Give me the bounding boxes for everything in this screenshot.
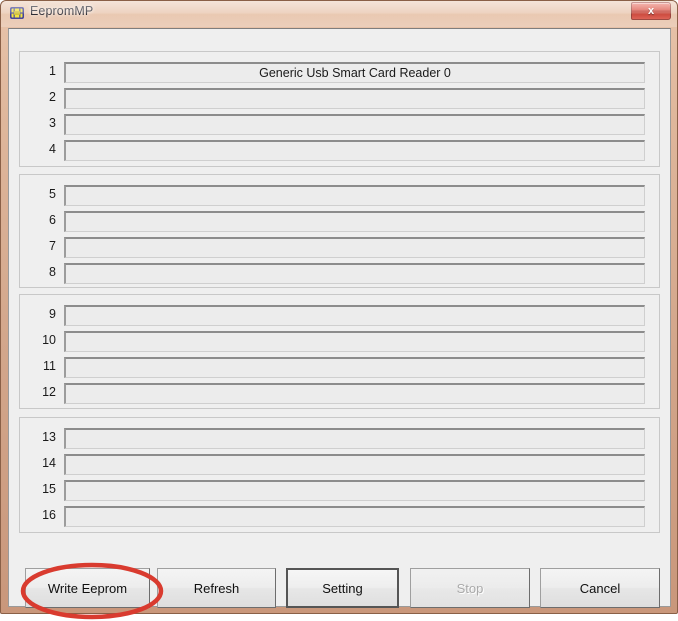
window-title: EepromMP — [30, 4, 94, 18]
row-number-label: 4 — [49, 142, 56, 156]
row-number-label: 10 — [42, 333, 56, 347]
refresh-button[interactable]: Refresh — [157, 568, 276, 608]
reader-field-6[interactable] — [64, 211, 645, 232]
field-row: 2 — [20, 87, 659, 111]
reader-field-15[interactable] — [64, 480, 645, 501]
field-row: 15 — [20, 479, 659, 503]
field-row: 7 — [20, 236, 659, 260]
field-group-4: 13 14 15 16 — [19, 417, 660, 533]
field-group-1: 1 Generic Usb Smart Card Reader 0 2 3 4 — [19, 51, 660, 167]
reader-field-4[interactable] — [64, 140, 645, 161]
setting-button[interactable]: Setting — [286, 568, 399, 608]
reader-field-8[interactable] — [64, 263, 645, 284]
reader-field-13[interactable] — [64, 428, 645, 449]
row-number-label: 15 — [42, 482, 56, 496]
field-row: 6 — [20, 210, 659, 234]
reader-field-12[interactable] — [64, 383, 645, 404]
field-row: 1 Generic Usb Smart Card Reader 0 — [20, 61, 659, 85]
field-row: 11 — [20, 356, 659, 380]
reader-field-1[interactable]: Generic Usb Smart Card Reader 0 — [64, 62, 645, 83]
reader-field-14[interactable] — [64, 454, 645, 475]
row-number-label: 6 — [49, 213, 56, 227]
field-row: 8 — [20, 262, 659, 286]
field-row: 4 — [20, 139, 659, 163]
row-number-label: 5 — [49, 187, 56, 201]
row-number-label: 8 — [49, 265, 56, 279]
field-group-3: 9 10 11 12 — [19, 294, 660, 409]
field-row: 9 — [20, 304, 659, 328]
row-number-label: 12 — [42, 385, 56, 399]
button-label: Stop — [456, 580, 484, 596]
reader-field-5[interactable] — [64, 185, 645, 206]
field-row: 5 — [20, 184, 659, 208]
button-label: Write Eeprom — [47, 580, 128, 596]
row-number-label: 13 — [42, 430, 56, 444]
reader-field-2[interactable] — [64, 88, 645, 109]
row-number-label: 2 — [49, 90, 56, 104]
stop-button: Stop — [410, 568, 530, 608]
button-label: Refresh — [193, 580, 240, 596]
row-number-label: 11 — [43, 359, 56, 373]
button-label: Cancel — [579, 580, 621, 596]
button-label: Setting — [322, 580, 363, 596]
row-number-label: 1 — [49, 64, 56, 78]
reader-field-9[interactable] — [64, 305, 645, 326]
field-row: 13 — [20, 427, 659, 451]
row-number-label: 7 — [49, 239, 56, 253]
client-area: 1 Generic Usb Smart Card Reader 0 2 3 4 5 6 7 8 9… — [8, 28, 671, 620]
row-number-label: 9 — [49, 307, 56, 321]
cancel-button[interactable]: Cancel — [540, 568, 660, 608]
title-bar[interactable]: EepromMP x — [1, 1, 678, 27]
reader-field-11[interactable] — [64, 357, 645, 378]
field-group-2: 5 6 7 8 — [19, 174, 660, 288]
close-button[interactable]: x — [631, 2, 671, 20]
field-row: 10 — [20, 330, 659, 354]
field-row: 16 — [20, 505, 659, 529]
close-icon: x — [647, 4, 655, 17]
field-row: 14 — [20, 453, 659, 477]
row-number-label: 16 — [42, 508, 56, 522]
reader-field-16[interactable] — [64, 506, 645, 527]
row-number-label: 14 — [42, 456, 56, 470]
reader-field-3[interactable] — [64, 114, 645, 135]
smartcard-chip-icon — [9, 5, 25, 21]
field-row: 12 — [20, 382, 659, 406]
write-eeprom-button[interactable]: Write Eeprom — [25, 568, 150, 608]
application-window: EepromMP x 1 Generic Usb Smart Card Reade… — [0, 0, 678, 620]
reader-field-7[interactable] — [64, 237, 645, 258]
field-row: 3 — [20, 113, 659, 137]
reader-field-10[interactable] — [64, 331, 645, 352]
row-number-label: 3 — [49, 116, 56, 130]
